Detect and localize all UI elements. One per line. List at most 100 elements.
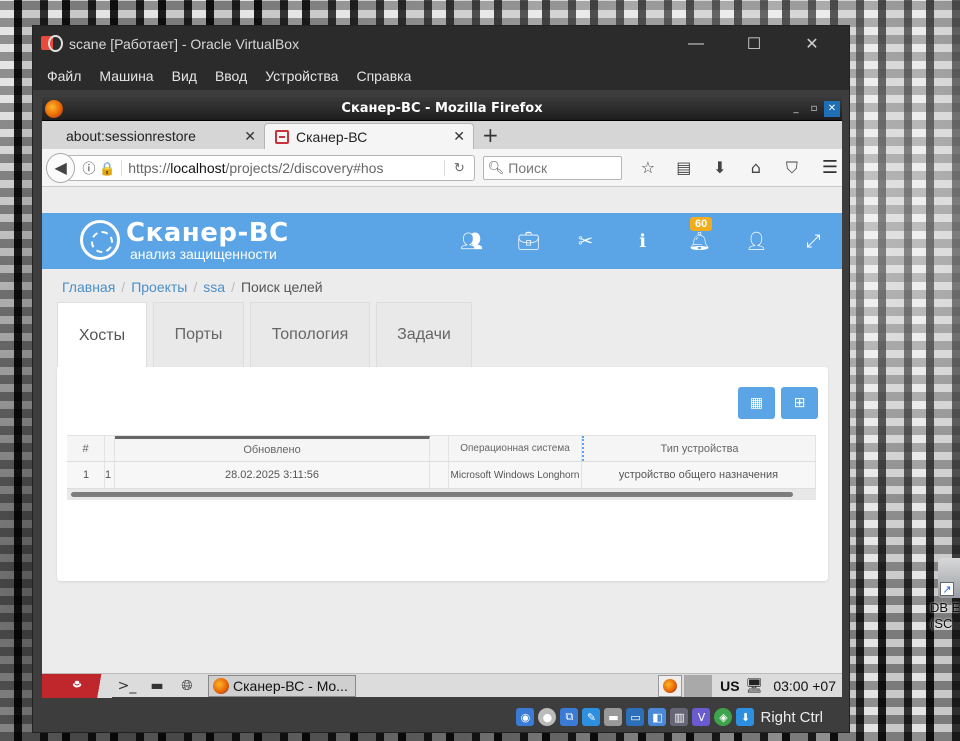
breadcrumb-project[interactable]: ssa [203, 279, 225, 295]
menu-help[interactable]: Справка [348, 68, 419, 84]
vbox-titlebar[interactable]: scane [Работает] - Oracle VirtualBox — ☐… [33, 26, 849, 62]
keyboard-layout[interactable]: US [720, 678, 739, 694]
network-monitor-icon[interactable]: 🖥︎ [746, 678, 764, 694]
tab-label: Сканер-ВС [296, 128, 368, 145]
col-header-spacer [105, 436, 115, 461]
firefox-titlebar[interactable]: Сканер-ВС - Mozilla Firefox _ ▫ ✕ [42, 97, 842, 121]
menu-input[interactable]: Ввод [207, 68, 255, 84]
network-icon[interactable]: ⧉ [560, 708, 579, 726]
col-header-num[interactable]: # [67, 436, 105, 461]
virtualbox-window: scane [Работает] - Oracle VirtualBox — ☐… [32, 25, 850, 733]
start-menu-button[interactable]: 🎩︎ [42, 673, 112, 698]
pocket-icon[interactable]: ⛉ [774, 158, 810, 178]
search-placeholder: Поиск [508, 159, 548, 176]
optical-icon[interactable]: ● [538, 708, 557, 726]
tab-label: about:sessionrestore [66, 128, 196, 144]
breadcrumb-separator: / [121, 279, 126, 295]
breadcrumb-home[interactable]: Главная [62, 279, 115, 295]
hat-icon: 🎩︎ [72, 676, 82, 693]
info-icon[interactable]: ℹ [614, 231, 671, 252]
firefox-icon [213, 677, 229, 694]
tray-firefox-icon[interactable] [658, 674, 683, 697]
url-scheme: https:// [128, 159, 171, 176]
folder-icon[interactable]: ▬ [142, 678, 172, 694]
menu-file[interactable]: Файл [39, 68, 89, 84]
usb-icon[interactable]: ✎ [582, 708, 601, 726]
menu-machine[interactable]: Машина [91, 68, 161, 84]
col-header-os[interactable]: Операционная система [449, 436, 582, 461]
shortcut-label-line1: DB E [930, 600, 960, 615]
col-header-updated[interactable]: Обновлено [115, 436, 430, 461]
home-icon[interactable]: ⌂ [738, 158, 774, 178]
tools-icon[interactable]: ✂ [557, 231, 614, 252]
bookmark-star-icon[interactable]: ☆ [630, 158, 666, 178]
brand-logo[interactable]: Сканер-ВС анализ защищенности [80, 219, 289, 261]
shared-folder-icon[interactable]: ▬ [604, 708, 623, 726]
cpu-icon[interactable]: ◈ [714, 708, 733, 726]
bell-icon[interactable]: 🔔︎ 60 [671, 216, 728, 252]
hosts-panel: ▦ ⊞ # Обновлено Операционная система Тип… [57, 367, 828, 581]
ff-minimize-icon[interactable]: _ [788, 101, 804, 117]
menu-view[interactable]: Вид [164, 68, 205, 84]
table-view-button[interactable]: ▦ [738, 387, 775, 419]
users-icon[interactable]: 👥︎ [443, 231, 500, 252]
col-header-device-type[interactable]: Тип устройства [582, 436, 816, 461]
briefcase-icon[interactable]: 💼︎ [500, 231, 557, 252]
site-info-icon[interactable]: ⓘ 🔒 [82, 158, 115, 177]
horizontal-scrollbar[interactable] [67, 488, 816, 500]
browser-tab-scanner[interactable]: Сканер-ВС ✕ [264, 123, 474, 149]
firefox-navbar: ◀ ⓘ 🔒 https://localhost/projects/2/disco… [42, 149, 842, 187]
guest-screen[interactable]: Сканер-ВС - Mozilla Firefox _ ▫ ✕ about:… [42, 97, 842, 698]
recording-icon[interactable]: ◧ [648, 708, 667, 726]
maximize-button[interactable]: ☐ [725, 26, 783, 62]
ff-close-icon[interactable]: ✕ [824, 101, 840, 117]
taskbar-firefox-item[interactable]: Сканер-ВС - Mo... [208, 674, 356, 697]
back-button[interactable]: ◀ [46, 152, 76, 183]
terminal-icon[interactable]: >_ [112, 678, 142, 694]
url-path: /projects/2/discovery#hos [225, 159, 384, 176]
breadcrumb-projects[interactable]: Проекты [131, 279, 187, 295]
desktop-shortcut[interactable]: ↗ DB E (SC [930, 558, 960, 632]
cell-num: 1 [67, 462, 105, 488]
taskbar-task-label: Сканер-ВС - Mo... [233, 677, 348, 694]
menu-devices[interactable]: Устройства [257, 68, 346, 84]
tab-close-icon[interactable]: ✕ [453, 128, 465, 145]
table-row[interactable]: 1 1 28.02.2025 3:11:56 Microsoft Windows… [67, 462, 816, 488]
user-icon[interactable]: 👤︎ [728, 231, 785, 252]
grid-icon: ⊞ [793, 395, 806, 411]
arrow-left-icon: ◀ [54, 158, 67, 177]
breadcrumb-current: Поиск целей [240, 279, 323, 295]
breadcrumb: Главная / Проекты / ssa / Поиск целей [62, 279, 323, 295]
table-icon: ▦ [749, 395, 764, 411]
grid-view-button[interactable]: ⊞ [781, 387, 818, 419]
breadcrumb-separator: / [231, 279, 235, 295]
ff-restore-icon[interactable]: ▫ [806, 101, 822, 117]
virtualbox-logo-icon [41, 33, 63, 55]
hamburger-menu-icon[interactable]: ☰ [822, 157, 838, 178]
search-bar[interactable]: 🔍︎ Поиск [482, 155, 622, 180]
download-icon[interactable]: ⬇ [702, 158, 738, 178]
url-bar[interactable]: ⓘ 🔒 https://localhost/projects/2/discove… [69, 154, 475, 181]
firefox-window-title: Сканер-ВС - Mozilla Firefox [341, 101, 543, 116]
tab-close-icon[interactable]: ✕ [244, 128, 256, 145]
brand-name: Сканер-ВС [126, 218, 289, 248]
fullscreen-icon[interactable]: ⤢ [785, 231, 842, 252]
minimize-button[interactable]: — [667, 26, 725, 62]
close-button[interactable]: ✕ [783, 26, 841, 62]
reading-list-icon[interactable]: ▤ [666, 158, 702, 178]
new-tab-button[interactable]: + [482, 123, 499, 147]
tab-ports[interactable]: Порты [153, 302, 244, 367]
keyboard-icon[interactable]: V [692, 708, 711, 726]
mouse-icon[interactable]: ▥ [670, 708, 689, 726]
tab-tasks[interactable]: Задачи [376, 302, 472, 367]
reload-icon[interactable]: ↻ [443, 159, 474, 176]
browser-tab-sessionrestore[interactable]: about:sessionrestore ✕ [46, 123, 264, 149]
display-icon[interactable]: ▭ [626, 708, 645, 726]
tab-topology[interactable]: Топология [250, 302, 370, 367]
globe-icon[interactable]: 🌐︎ [172, 678, 202, 694]
arrow-down-icon[interactable]: ⬇ [736, 708, 755, 726]
tab-hosts[interactable]: Хосты [57, 302, 147, 368]
disk-icon[interactable]: ◉ [516, 708, 535, 726]
clock[interactable]: 03:00 +07 [773, 678, 836, 694]
app-header: Сканер-ВС анализ защищенности 👥︎ 💼︎ ✂ ℹ … [42, 213, 842, 269]
